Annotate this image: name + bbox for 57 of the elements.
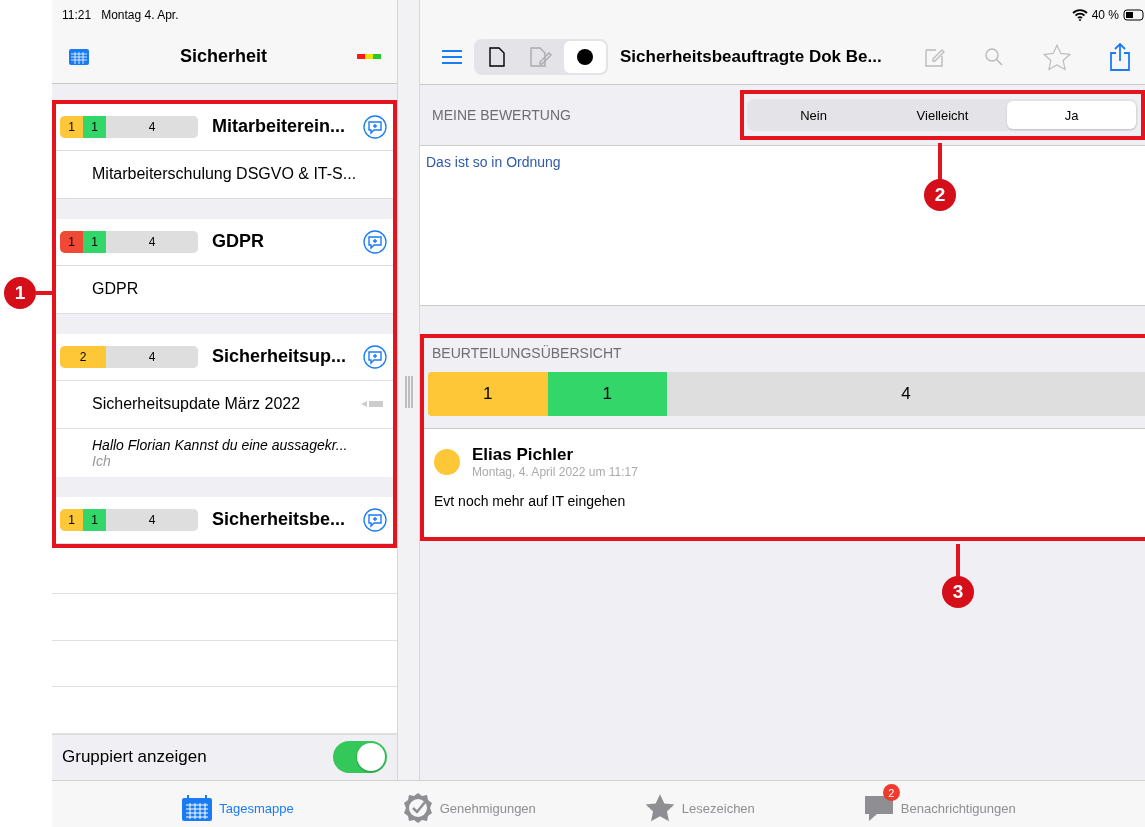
pencil-icon [361, 400, 383, 409]
group-title[interactable]: Sicherheitsup... [212, 346, 349, 368]
rating-segment: 1 [83, 508, 106, 531]
document-list-item[interactable]: Mitarbeiterschulung DSGVO & IT-S... [56, 150, 393, 199]
group-title[interactable]: GDPR [212, 231, 349, 253]
notification-badge: 2 [882, 784, 900, 801]
wifi-icon [1071, 9, 1088, 21]
rating-option[interactable]: Nein [749, 101, 878, 129]
sidebar-title: Sicherheit [180, 45, 267, 67]
comment-add-icon[interactable] [363, 114, 387, 139]
section-heading: BEURTEILUNGSÜBERSICHT [432, 345, 622, 361]
page-icon [489, 47, 505, 67]
rating-segment: 1 [83, 115, 106, 138]
status-time: 11:21 [62, 7, 92, 22]
page-pencil-icon [530, 47, 552, 67]
review-date: Montag, 4. April 2022 um 11:17 [472, 465, 638, 479]
calendar-icon [181, 794, 214, 822]
tab-bar-item[interactable]: Benachrichtigungen 2 [862, 784, 1016, 824]
resize-handle-icon[interactable] [403, 376, 414, 408]
menu-icon[interactable] [442, 49, 462, 65]
message-preview: Hallo Florian Kannst du eine aussagekr... [92, 436, 349, 453]
dot-icon [576, 48, 594, 66]
reviewer-name: Elias Pichler [472, 445, 575, 465]
star-icon [643, 793, 676, 823]
rating-segment: 2 [60, 345, 106, 368]
check-gear-icon [401, 792, 434, 824]
status-bars-icon [357, 53, 381, 59]
rating-segment: 1 [60, 508, 83, 531]
rating-segment: 1 [547, 372, 667, 416]
group-title[interactable]: Sicherheitsbe... [212, 509, 349, 531]
section-heading: MEINE BEWERTUNG [432, 107, 571, 123]
share-icon[interactable] [1109, 43, 1131, 71]
toggle-label: Gruppiert anzeigen [62, 747, 207, 768]
rating-segment: 1 [83, 230, 106, 253]
review-comment: Evt noch mehr auf IT eingehen [434, 493, 627, 509]
group-title[interactable]: Mitarbeiterein... [212, 116, 349, 138]
status-date: Montag 4. Apr. [101, 7, 179, 22]
calendar-icon[interactable] [68, 46, 90, 67]
document-list-item[interactable]: Sicherheitsupdate März 2022 [56, 380, 393, 429]
battery-icon [1123, 9, 1145, 21]
comment-add-icon[interactable] [363, 229, 387, 254]
rating-segment: 1 [428, 372, 548, 416]
rating-option[interactable]: Ja [1007, 101, 1136, 129]
document-title: Sicherheitsbeauftragte Dok Be... [620, 47, 883, 67]
rating-segment: 1 [60, 115, 83, 138]
message-author: Ich [92, 452, 112, 469]
comment-add-icon[interactable] [363, 344, 387, 369]
view-mode-button[interactable] [564, 41, 606, 73]
battery-percent: 40 % [1091, 8, 1119, 22]
rating-segment: 1 [60, 230, 83, 253]
tab-bar-item[interactable]: Tagesmappe [181, 786, 294, 822]
star-outline-icon[interactable] [1043, 43, 1071, 71]
comment-add-icon[interactable] [363, 507, 387, 532]
callout-number: 1 [4, 277, 36, 309]
rating-option[interactable]: Vielleicht [878, 101, 1007, 129]
group-toggle[interactable] [333, 741, 387, 774]
document-list-item[interactable]: GDPR [56, 265, 393, 314]
